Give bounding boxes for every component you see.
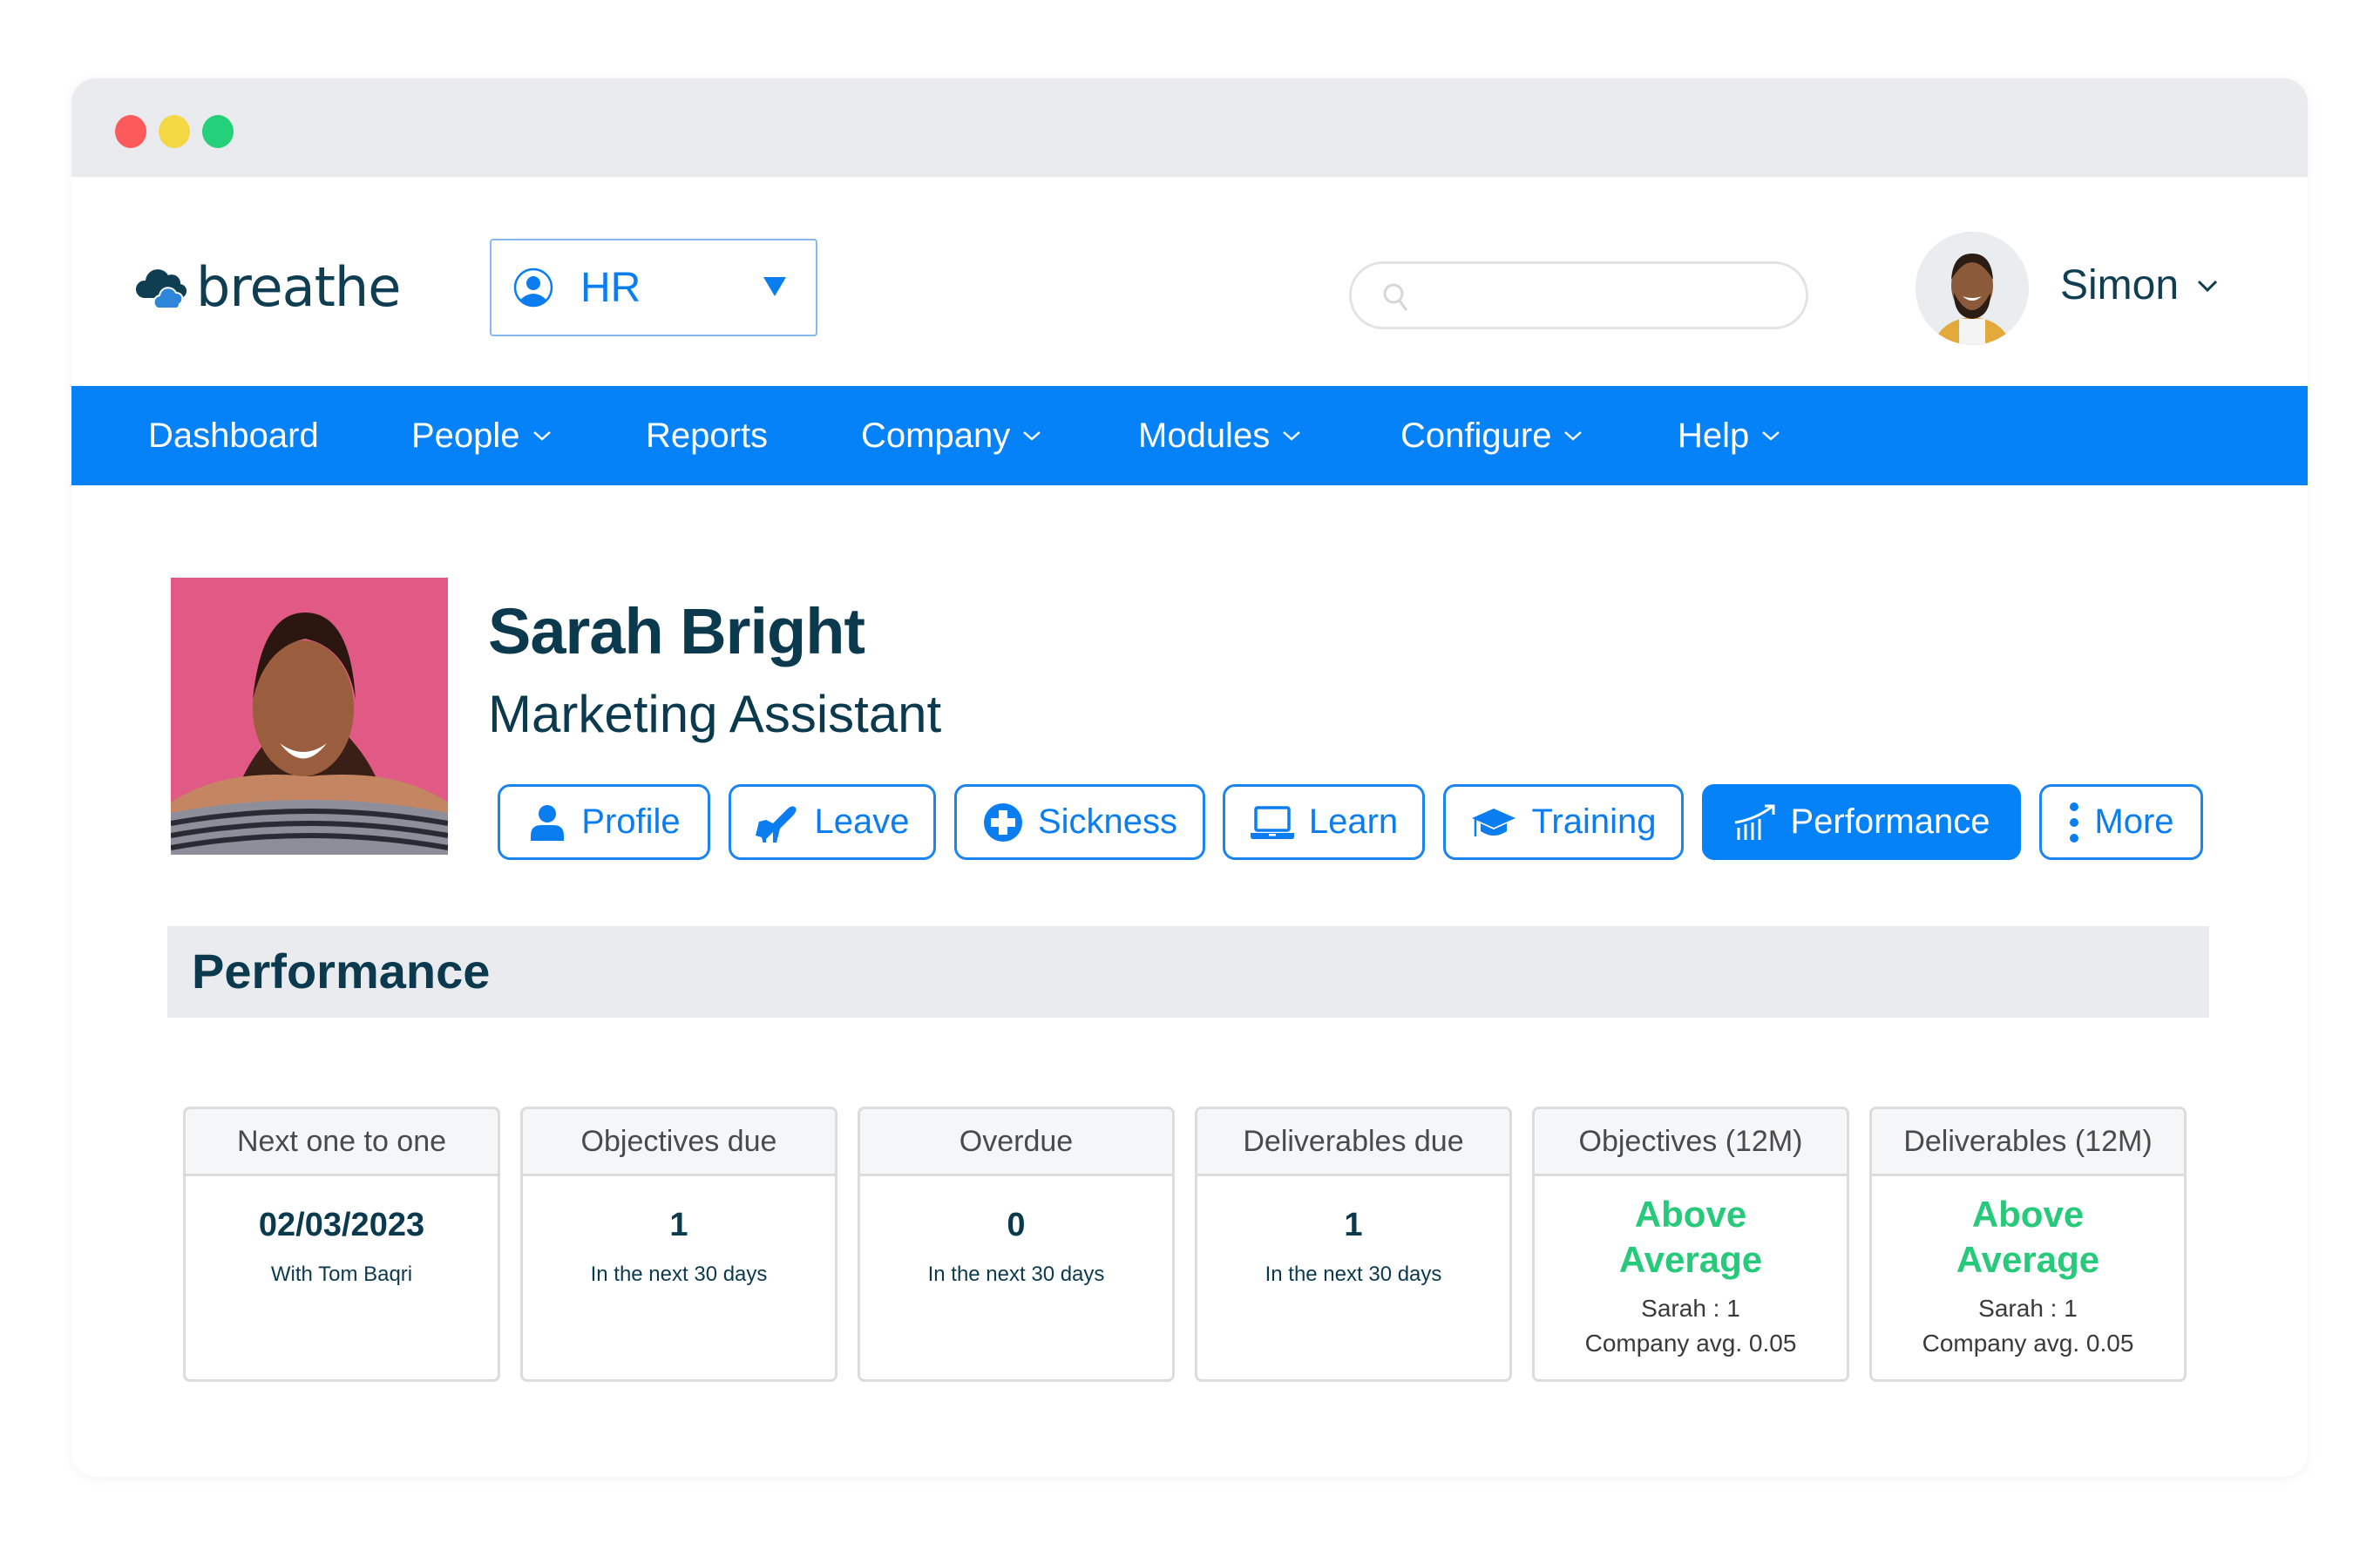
nav-item-modules[interactable]: Modules — [1138, 386, 1301, 485]
rating-label: Above Average — [1872, 1192, 2184, 1283]
tab-label: Leave — [814, 802, 910, 841]
card-value: 0 — [1007, 1207, 1026, 1243]
user-name: Simon — [2060, 262, 2180, 308]
tab-profile[interactable]: Profile — [498, 784, 710, 860]
rating-label: Above Average — [1535, 1192, 1847, 1283]
chevron-down-icon — [1564, 431, 1583, 441]
maximize-window-button[interactable] — [202, 115, 234, 148]
medical-cross-icon — [983, 802, 1022, 842]
rating-line-1: Above — [1971, 1194, 2085, 1235]
search-icon — [1383, 283, 1407, 311]
chevron-down-icon — [2198, 280, 2218, 293]
nav-item-label: Dashboard — [148, 416, 319, 455]
card-overdue[interactable]: Overdue 0 In the next 30 days — [858, 1107, 1175, 1382]
module-select-value: HR — [580, 264, 641, 311]
growth-chart-icon — [1734, 804, 1774, 840]
window-titlebar — [71, 78, 2308, 177]
tab-label: Profile — [581, 802, 681, 841]
nav-item-help[interactable]: Help — [1678, 386, 1780, 485]
nav-item-dashboard[interactable]: Dashboard — [148, 386, 319, 485]
rating-line-2: Average — [1956, 1239, 2100, 1280]
card-objectives-due[interactable]: Objectives due 1 In the next 30 days — [520, 1107, 837, 1382]
tab-learn[interactable]: Learn — [1223, 784, 1425, 860]
employee-name: Sarah Bright — [488, 595, 865, 667]
browser-window: breathe HR Simon Dashboard People Report… — [71, 78, 2308, 1477]
minimize-window-button[interactable] — [159, 115, 190, 148]
cloud-logo-icon — [135, 269, 187, 309]
card-title: Deliverables due — [1197, 1109, 1509, 1176]
nav-item-label: People — [411, 416, 520, 455]
plane-icon — [755, 805, 796, 843]
tab-performance[interactable]: Performance — [1702, 784, 2021, 860]
breathe-logo[interactable]: breathe — [135, 255, 401, 319]
card-title: Next one to one — [186, 1109, 498, 1176]
nav-item-configure[interactable]: Configure — [1400, 386, 1583, 485]
chevron-down-icon — [1023, 431, 1041, 441]
card-value: 1 — [669, 1207, 688, 1243]
card-next-one-to-one[interactable]: Next one to one 02/03/2023 With Tom Baqr… — [183, 1107, 500, 1382]
user-menu[interactable]: Simon — [2060, 260, 2219, 312]
main-nav: Dashboard People Reports Company Modules… — [71, 386, 2308, 485]
employee-job-title: Marketing Assistant — [488, 685, 942, 743]
tab-label: Performance — [1790, 802, 1990, 841]
card-subtext: In the next 30 days — [1265, 1263, 1442, 1286]
logo-text: breathe — [196, 255, 401, 319]
section-title: Performance — [192, 944, 491, 999]
tab-training[interactable]: Training — [1443, 784, 1684, 860]
vertical-dots-icon — [2070, 802, 2079, 843]
card-subtext: With Tom Baqri — [270, 1263, 413, 1286]
person-stat: Sarah : 1 — [1978, 1295, 2078, 1322]
nav-item-label: Reports — [646, 416, 769, 455]
card-value: 02/03/2023 — [258, 1207, 425, 1243]
card-title: Objectives due — [523, 1109, 835, 1176]
card-title: Deliverables (12M) — [1872, 1109, 2184, 1176]
user-icon — [531, 804, 565, 841]
rating-line-2: Average — [1618, 1239, 1763, 1280]
dropdown-caret-icon — [763, 277, 786, 296]
nav-item-label: Modules — [1138, 416, 1271, 455]
rating-line-1: Above — [1634, 1194, 1747, 1235]
tab-more[interactable]: More — [2039, 784, 2203, 860]
tab-label: Sickness — [1037, 802, 1178, 841]
tab-label: Learn — [1308, 802, 1399, 841]
tab-label: More — [2094, 802, 2174, 841]
person-stat: Sarah : 1 — [1641, 1295, 1740, 1322]
laptop-icon — [1250, 805, 1294, 839]
chevron-down-icon — [1762, 431, 1780, 441]
card-deliverables-due[interactable]: Deliverables due 1 In the next 30 days — [1195, 1107, 1512, 1382]
nav-item-label: Company — [861, 416, 1011, 455]
nav-item-people[interactable]: People — [411, 386, 552, 485]
chevron-down-icon — [1283, 431, 1301, 441]
user-avatar[interactable] — [1916, 232, 2029, 345]
employee-photo — [171, 578, 448, 855]
nav-item-label: Help — [1678, 416, 1750, 455]
nav-item-reports[interactable]: Reports — [646, 386, 768, 485]
search-input[interactable] — [1349, 261, 1808, 329]
graduation-cap-icon — [1472, 808, 1516, 836]
card-value: 1 — [1344, 1207, 1363, 1243]
card-objectives-12m[interactable]: Objectives (12M) Above Average Sarah : 1… — [1532, 1107, 1849, 1382]
avatar-photo — [1916, 232, 2029, 345]
card-title: Overdue — [860, 1109, 1172, 1176]
card-deliverables-12m[interactable]: Deliverables (12M) Above Average Sarah :… — [1869, 1107, 2187, 1382]
nav-item-company[interactable]: Company — [861, 386, 1041, 485]
company-stat: Company avg. 0.05 — [1922, 1330, 2134, 1357]
module-select[interactable]: HR — [490, 239, 817, 336]
card-subtext: In the next 30 days — [590, 1263, 768, 1286]
chevron-down-icon — [532, 431, 551, 441]
card-title: Objectives (12M) — [1535, 1109, 1847, 1176]
card-subtext: In the next 30 days — [927, 1263, 1105, 1286]
user-circle-icon — [513, 267, 553, 308]
tab-leave[interactable]: Leave — [729, 784, 936, 860]
close-window-button[interactable] — [115, 115, 146, 148]
tab-sickness[interactable]: Sickness — [954, 784, 1205, 860]
section-header: Performance — [167, 926, 2209, 1018]
company-stat: Company avg. 0.05 — [1584, 1330, 1797, 1357]
tab-label: Training — [1531, 802, 1657, 841]
nav-item-label: Configure — [1400, 416, 1552, 455]
